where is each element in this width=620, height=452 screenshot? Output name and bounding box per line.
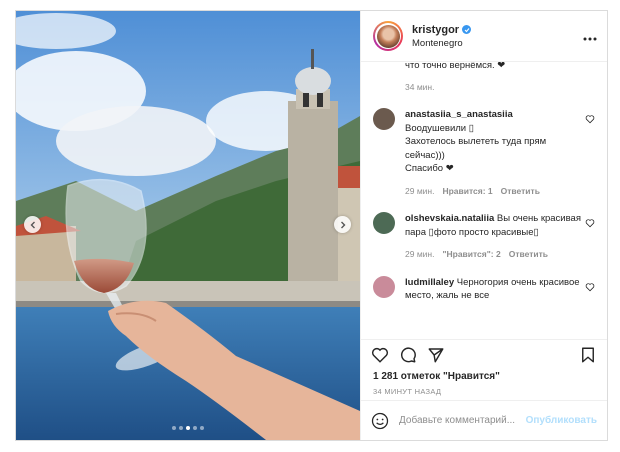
comment-text-line: Спасибо ❤	[405, 163, 454, 174]
carousel-dot	[193, 426, 197, 430]
caption-text: что точно вернёмся. ❤	[405, 62, 506, 71]
carousel-prev-button[interactable]	[24, 216, 41, 233]
comment-item: anastasiia_s_anastasiia Воодушевили ▯ За…	[373, 108, 595, 198]
post-side-panel: kristygor Montenegro что точно вернёмся.…	[360, 11, 607, 440]
carousel-dot	[172, 426, 176, 430]
publish-button[interactable]: Опубликовать	[526, 415, 597, 426]
chevron-right-icon	[340, 221, 345, 228]
comment-time[interactable]: 29 мин.	[405, 248, 434, 262]
reply-link[interactable]: Ответить	[509, 248, 548, 262]
location-link[interactable]: Montenegro	[412, 38, 583, 49]
post-photo[interactable]	[16, 11, 360, 440]
post-card: kristygor Montenegro что точно вернёмся.…	[15, 10, 608, 441]
comment-like-heart-icon[interactable]	[585, 114, 595, 124]
caption-meta: 34 мин.	[405, 81, 595, 94]
comments-list[interactable]: что точно вернёмся. ❤ 34 мин. anastasiia…	[361, 62, 607, 339]
post-image	[16, 11, 360, 440]
carousel-indicator	[16, 426, 360, 430]
comment-time[interactable]: 34 мин.	[405, 81, 434, 94]
post-timestamp[interactable]: 34 МИНУТ НАЗАД	[361, 387, 607, 396]
comment-avatar[interactable]	[373, 108, 395, 130]
verified-badge-icon	[462, 25, 472, 34]
comment-text-line: Воодушевили ▯	[405, 122, 474, 134]
comment-username[interactable]: ludmillaley	[405, 277, 454, 288]
comment-avatar[interactable]	[373, 275, 395, 298]
carousel-dot	[186, 426, 190, 430]
smiley-icon[interactable]	[371, 412, 389, 430]
comment-time[interactable]: 29 мин.	[405, 185, 434, 199]
heart-icon[interactable]	[371, 346, 389, 364]
comment-likes-link[interactable]: "Нравится": 2	[442, 248, 500, 262]
carousel-dot	[200, 426, 204, 430]
comment-icon[interactable]	[399, 346, 417, 364]
comment-item: olshevskaia.nataliia Вы очень красивая п…	[373, 212, 595, 262]
comment-like-heart-icon[interactable]	[585, 282, 595, 292]
comment-username[interactable]: olshevskaia.nataliia	[405, 213, 494, 224]
comment-likes-link[interactable]: Нравится: 1	[442, 185, 492, 199]
comment-username[interactable]: anastasiia_s_anastasiia	[405, 108, 581, 122]
comment-text-line: Захотелось вылететь туда прям сейчас)))	[405, 136, 547, 161]
post-header: kristygor Montenegro	[361, 11, 607, 62]
username-link[interactable]: kristygor	[412, 24, 459, 36]
comment-avatar[interactable]	[373, 212, 395, 234]
paper-plane-icon[interactable]	[427, 346, 445, 364]
caption-tail: что точно вернёмся. ❤ 34 мин.	[373, 62, 595, 94]
carousel-dot	[179, 426, 183, 430]
comment-item: ludmillaley Черногория очень красивое ме…	[373, 275, 595, 303]
avatar-image	[376, 24, 400, 48]
add-comment-bar: Добавьте комментарий... Опубликовать	[361, 400, 607, 440]
carousel-next-button[interactable]	[334, 216, 351, 233]
post-actions-bar	[361, 339, 607, 369]
avatar[interactable]	[373, 21, 403, 51]
more-options-icon[interactable]	[583, 28, 597, 44]
comment-meta: 29 мин. "Нравится": 2 Ответить	[405, 248, 581, 262]
reply-link[interactable]: Ответить	[501, 185, 540, 199]
comment-meta: 29 мин. Нравится: 1 Ответить	[405, 185, 581, 199]
bookmark-icon[interactable]	[579, 346, 597, 364]
comment-input[interactable]: Добавьте комментарий...	[399, 415, 516, 426]
likes-count[interactable]: 1 281 отметок "Нравится"	[361, 371, 607, 382]
chevron-left-icon	[30, 221, 35, 228]
comment-like-heart-icon[interactable]	[585, 218, 595, 228]
